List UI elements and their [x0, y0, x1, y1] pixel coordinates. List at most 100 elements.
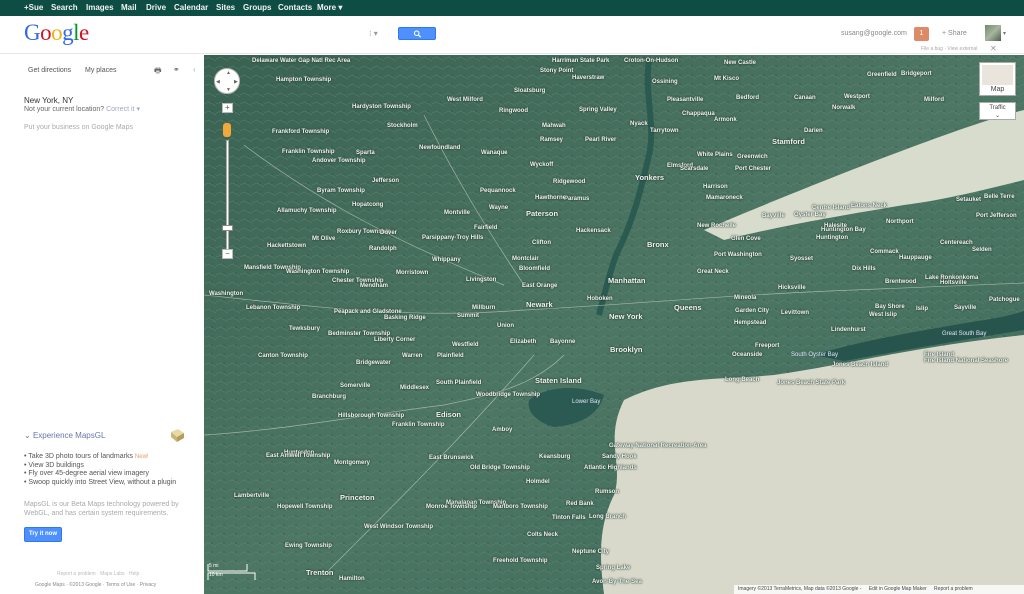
map-place-label[interactable]: Marlboro Township — [493, 504, 548, 510]
map-place-label[interactable]: Sloatsburg — [514, 88, 545, 94]
map-place-label[interactable]: Trenton — [306, 569, 334, 577]
map-place-label[interactable]: Hicksville — [778, 285, 806, 291]
map-place-label[interactable]: Amboy — [492, 427, 512, 433]
map-place-label[interactable]: Montville — [444, 210, 470, 216]
map-place-label[interactable]: Montgomery — [334, 460, 370, 466]
map-place-label[interactable]: Staten Island — [535, 377, 582, 385]
map-place-label[interactable]: South Oyster Bay — [791, 352, 838, 358]
map-place-label[interactable]: Tewksbury — [289, 326, 320, 332]
map-place-label[interactable]: Hamilton — [339, 576, 365, 582]
map-place-label[interactable]: Northport — [886, 219, 914, 225]
map-place-label[interactable]: Pleasantville — [667, 97, 703, 103]
map-place-label[interactable]: Millburn — [472, 305, 495, 311]
map-place-label[interactable]: Hawthorne — [535, 195, 566, 201]
map-place-label[interactable]: Bridgeport — [901, 71, 932, 77]
map-place-label[interactable]: Union — [497, 323, 514, 329]
pan-left-icon[interactable]: ◀ — [216, 79, 220, 85]
street-view-pegman-icon[interactable] — [223, 123, 231, 137]
report-problem-link[interactable]: Report a problem — [934, 586, 973, 592]
top-link-contacts[interactable]: Contacts — [278, 3, 312, 12]
map-place-label[interactable]: Mamaroneck — [706, 195, 743, 201]
map-place-label[interactable]: Islip — [916, 306, 928, 312]
map-place-label[interactable]: Oceanside — [732, 352, 762, 358]
top-link-drive[interactable]: Drive — [146, 3, 166, 12]
map-place-label[interactable]: South Plainfield — [436, 380, 481, 386]
traffic-button[interactable]: Traffic ⌄ — [979, 102, 1016, 120]
edit-in-map-maker-link[interactable]: Edit in Google Map Maker — [869, 586, 927, 592]
map-place-label[interactable]: Bayville — [762, 213, 785, 219]
map-place-label[interactable]: Nyack — [630, 121, 648, 127]
map-place-label[interactable]: Hampton Township — [276, 77, 331, 83]
zoom-slider-track[interactable] — [226, 140, 229, 250]
map-place-label[interactable]: Hauppauge — [899, 255, 932, 261]
map-place-label[interactable]: West Milford — [447, 97, 483, 103]
map-place-label[interactable]: Syosset — [790, 256, 813, 262]
map-place-label[interactable]: Garden City — [735, 308, 769, 314]
correct-it-link[interactable]: Correct it ▾ — [106, 106, 140, 113]
map-place-label[interactable]: Basking Ridge — [384, 315, 426, 321]
map-place-label[interactable]: Ramsey — [540, 137, 563, 143]
map-place-label[interactable]: Bay Shore — [875, 304, 905, 310]
map-place-label[interactable]: Darien — [804, 128, 823, 134]
map-place-label[interactable]: Wyckoff — [530, 162, 553, 168]
top-link-sue[interactable]: +Sue — [24, 3, 43, 12]
map-place-label[interactable]: Scarsdale — [680, 166, 708, 172]
pan-down-icon[interactable]: ▼ — [226, 87, 231, 93]
map-place-label[interactable]: Stamford — [772, 138, 805, 146]
map-place-label[interactable]: Hardyston Township — [352, 104, 411, 110]
chevron-down-icon[interactable]: ▾ — [1003, 30, 1006, 37]
map-place-label[interactable]: Elizabeth — [510, 339, 536, 345]
map-place-label[interactable]: Bridgewater — [356, 360, 391, 366]
map-place-label[interactable]: Dover — [380, 230, 397, 236]
map-place-label[interactable]: Commack — [870, 249, 899, 255]
map-place-label[interactable]: Somerville — [340, 383, 370, 389]
avatar[interactable] — [985, 25, 1001, 41]
map-place-label[interactable]: Bronx — [647, 241, 669, 249]
map-place-label[interactable]: Norwalk — [832, 105, 855, 111]
map-place-label[interactable]: Frankford Township — [272, 129, 329, 135]
map-place-label[interactable]: Byram Township — [317, 188, 365, 194]
print-icon[interactable]: 🖶 — [154, 65, 162, 79]
map-place-label[interactable]: East Orange — [522, 283, 557, 289]
map-place-label[interactable]: Westfield — [452, 342, 479, 348]
map-place-label[interactable]: West Windsor Township — [364, 524, 433, 530]
notification-badge[interactable]: 1 — [914, 27, 929, 41]
map-place-label[interactable]: Halesite — [824, 223, 847, 229]
map-place-label[interactable]: Canton Township — [258, 353, 308, 359]
map-place-label[interactable]: Randolph — [369, 246, 397, 252]
my-places-link[interactable]: My places — [85, 67, 117, 74]
map-place-label[interactable]: Gateway National Recreation Area — [609, 443, 706, 449]
map-place-label[interactable]: Morristown — [396, 270, 428, 276]
map-place-label[interactable]: Chappaqua — [682, 111, 715, 117]
account-email[interactable]: susang@google.com — [841, 30, 907, 37]
map-place-label[interactable]: Red Bank — [566, 501, 594, 507]
map-place-label[interactable]: Belle Terre — [984, 194, 1015, 200]
map-place-label[interactable]: Sandy Hook — [602, 454, 637, 460]
map-place-label[interactable]: Port Jefferson — [976, 213, 1017, 219]
map-place-label[interactable]: Queens — [674, 304, 702, 312]
map-place-label[interactable]: Montclair — [512, 256, 539, 262]
map-place-label[interactable]: Great Neck — [697, 269, 729, 275]
map-place-label[interactable]: New Castle — [724, 60, 756, 66]
map-place-label[interactable]: Franklin Township — [282, 149, 335, 155]
map-place-label[interactable]: Andover Township — [312, 158, 366, 164]
map-place-label[interactable]: East Brunswick — [429, 455, 474, 461]
map-place-label[interactable]: Hoboken — [587, 296, 613, 302]
map-place-label[interactable]: Spring Valley — [579, 107, 617, 113]
map-place-label[interactable]: Ewing Township — [285, 543, 332, 549]
map-place-label[interactable]: Branchburg — [312, 394, 346, 400]
map-place-label[interactable]: Oyster Bay — [794, 212, 826, 218]
map-place-label[interactable]: Canaan — [794, 95, 816, 101]
map-place-label[interactable]: Mahwah — [542, 123, 566, 129]
map-place-label[interactable]: Woodbridge Township — [476, 392, 540, 398]
map-place-label[interactable]: Lindenhurst — [831, 327, 866, 333]
map-place-label[interactable]: Yonkers — [635, 174, 664, 182]
top-link-sites[interactable]: Sites — [216, 3, 235, 12]
map-place-label[interactable]: Keansburg — [539, 454, 570, 460]
map-place-label[interactable]: Ringwood — [499, 108, 528, 114]
pan-up-icon[interactable]: ▲ — [226, 70, 231, 76]
map-place-label[interactable]: Centereach — [940, 240, 973, 246]
map-place-label[interactable]: Sayville — [954, 305, 976, 311]
map-place-label[interactable]: Armonk — [714, 117, 737, 123]
map-place-label[interactable]: Washington — [209, 291, 243, 297]
